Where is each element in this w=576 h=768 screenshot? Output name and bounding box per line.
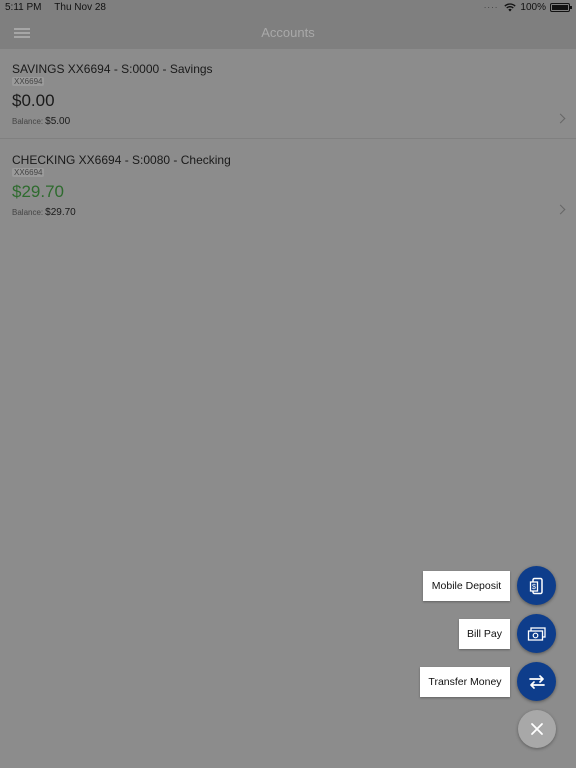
account-row-checking[interactable]: CHECKING XX6694 - S:0080 - Checking XX66…: [0, 140, 576, 230]
svg-text:$: $: [532, 584, 536, 591]
transfer-money-label[interactable]: Transfer Money: [420, 667, 510, 697]
chevron-right-icon: [555, 204, 566, 215]
bill-pay-icon: [527, 626, 546, 641]
balance-label: Balance:: [12, 117, 44, 126]
page-title: Accounts: [261, 25, 315, 40]
account-balance: Balance: $5.00: [12, 116, 70, 127]
status-time: 5:11 PM: [5, 2, 42, 13]
balance-value: $29.70: [45, 207, 76, 218]
chevron-right-icon: [555, 113, 566, 124]
close-menu-button[interactable]: [518, 710, 556, 748]
account-row-savings[interactable]: SAVINGS XX6694 - S:0000 - Savings XX6694…: [0, 49, 576, 139]
battery-fill: [552, 5, 568, 10]
status-bar: 5:11 PM Thu Nov 28 ···· 100%: [0, 0, 576, 16]
transfer-money-button[interactable]: [517, 662, 556, 701]
account-name: SAVINGS XX6694 - S:0000 - Savings: [12, 62, 213, 76]
account-mask-badge: XX6694: [12, 77, 45, 86]
balance-value: $5.00: [45, 116, 71, 127]
account-balance: Balance: $29.70: [12, 207, 76, 218]
account-available-amount: $0.00: [12, 91, 55, 110]
account-name: CHECKING XX6694 - S:0080 - Checking: [12, 153, 231, 167]
nav-bar: Accounts: [0, 16, 576, 49]
balance-label: Balance:: [12, 208, 44, 217]
bill-pay-label[interactable]: Bill Pay: [459, 619, 510, 649]
bill-pay-button[interactable]: [517, 614, 556, 653]
mobile-deposit-label[interactable]: Mobile Deposit: [423, 571, 510, 601]
battery-icon: [550, 3, 572, 12]
transfer-arrows-icon: [528, 674, 545, 689]
mobile-deposit-button[interactable]: $: [517, 566, 556, 605]
signal-icon: ····: [483, 3, 499, 12]
mobile-deposit-icon: $: [529, 577, 543, 594]
battery-percent: 100%: [520, 2, 546, 13]
account-available-amount: $29.70: [12, 182, 64, 201]
status-date: Thu Nov 28: [54, 2, 106, 13]
close-icon: [531, 723, 543, 735]
wifi-icon: [504, 3, 517, 12]
account-mask-badge: XX6694: [12, 168, 45, 177]
